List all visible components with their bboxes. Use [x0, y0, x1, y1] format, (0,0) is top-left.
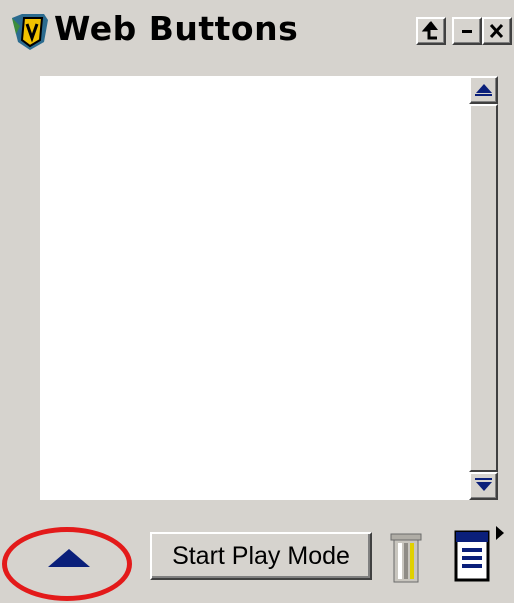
play-toggle-button[interactable] [26, 541, 90, 571]
scroll-track[interactable] [469, 104, 498, 472]
scroll-up-button[interactable] [469, 76, 498, 104]
web-buttons-list[interactable] [40, 76, 498, 500]
web-buttons-app-icon [12, 14, 48, 50]
start-play-mode-button[interactable]: Start Play Mode [150, 532, 372, 580]
vertical-scrollbar[interactable] [469, 76, 498, 500]
scroll-down-button[interactable] [469, 472, 498, 500]
minimize-button[interactable] [452, 17, 482, 45]
close-button[interactable] [482, 17, 512, 45]
document-menu-icon[interactable] [452, 528, 492, 584]
scroll-down-arrow-icon [476, 482, 492, 491]
options-menu-arrow-icon[interactable] [496, 526, 504, 540]
scroll-up-arrow-icon [476, 84, 492, 93]
trash-icon[interactable] [388, 532, 424, 584]
title-bar: Web Buttons [0, 0, 514, 62]
pin-panel-button[interactable] [416, 17, 446, 45]
up-triangle-icon [48, 549, 90, 567]
pin-icon [421, 21, 438, 40]
minimize-icon [462, 30, 472, 33]
web-buttons-panel: Web Buttons Start Play Mode [0, 0, 514, 603]
close-icon [489, 23, 504, 39]
window-title: Web Buttons [54, 9, 299, 48]
